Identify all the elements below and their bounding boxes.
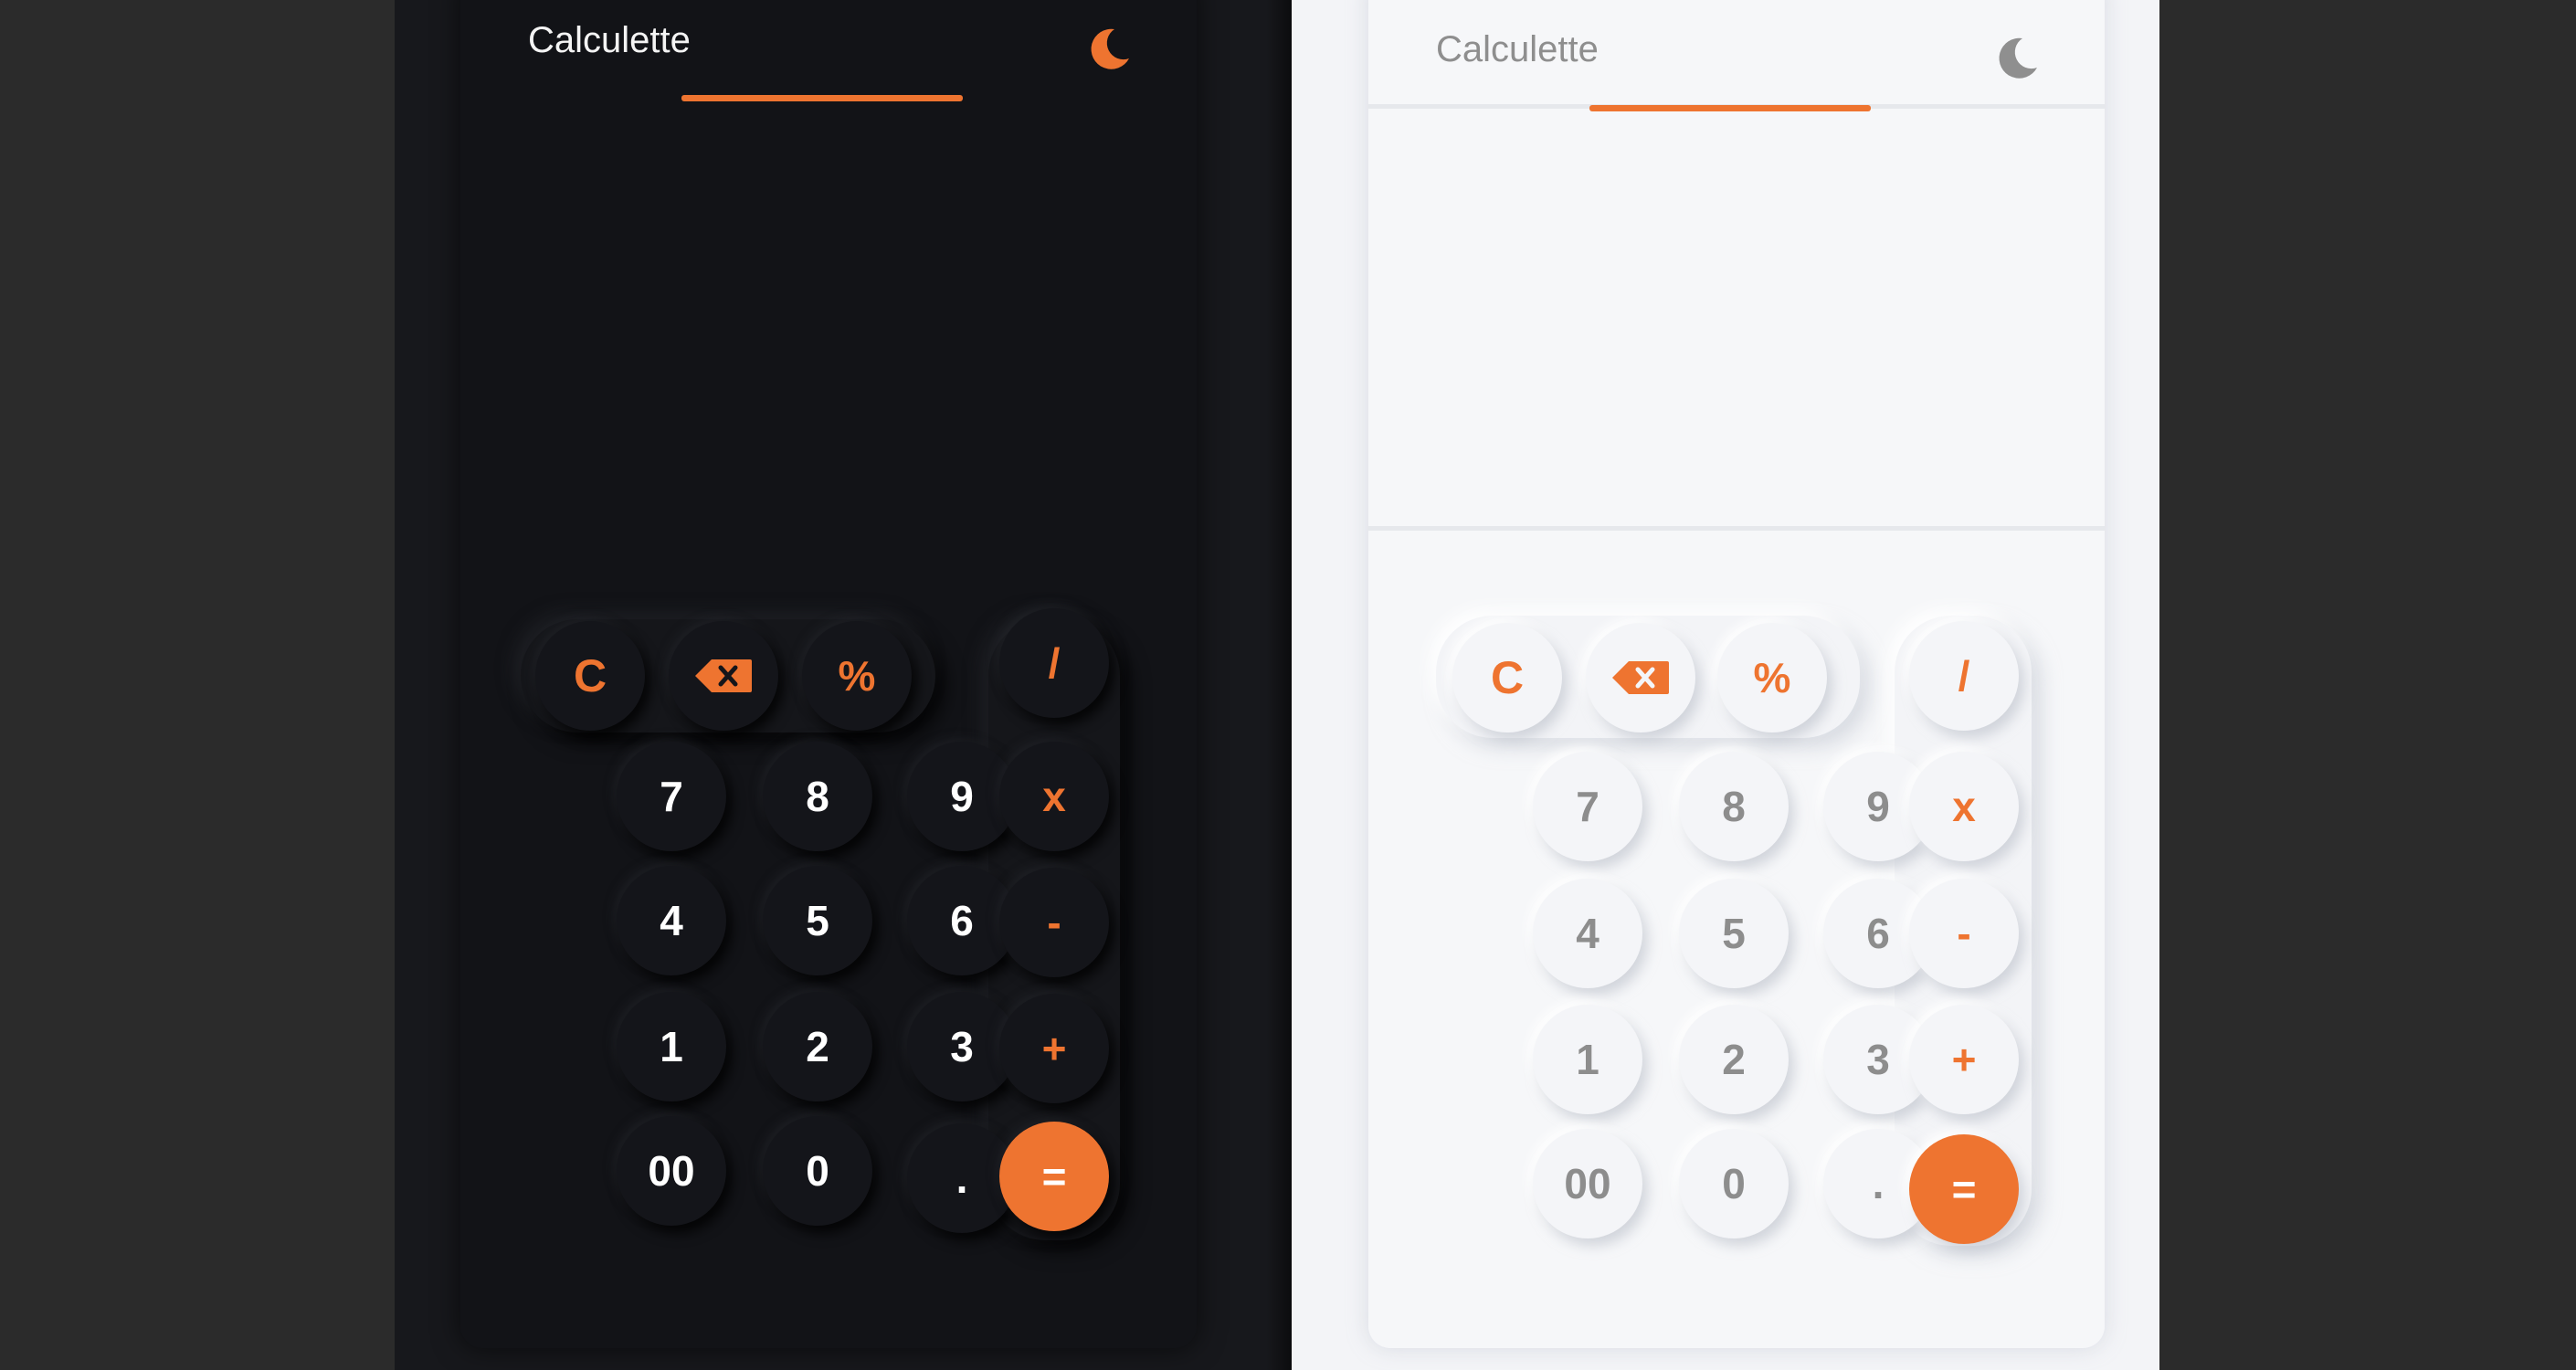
light-theme-panel: Calculette C % / 7 8 9 x 4 5 6 - 1 2 3 +… xyxy=(1292,0,2159,1370)
backspace-button[interactable] xyxy=(1586,623,1695,732)
keypad: C % / 7 8 9 x 4 5 6 - 1 2 3 + 00 0 . = xyxy=(1368,0,2105,1348)
key-7[interactable]: 7 xyxy=(1533,752,1642,861)
divide-button[interactable]: / xyxy=(1909,621,2019,731)
key-8[interactable]: 8 xyxy=(763,742,872,851)
key-4[interactable]: 4 xyxy=(1533,879,1642,988)
multiply-button[interactable]: x xyxy=(999,742,1109,851)
key-2[interactable]: 2 xyxy=(763,992,872,1101)
key-4[interactable]: 4 xyxy=(617,866,726,975)
key-0[interactable]: 0 xyxy=(1679,1129,1789,1238)
multiply-button[interactable]: x xyxy=(1909,752,2019,861)
calculator-card: Calculette C % / 7 8 9 x 4 5 6 - 1 2 3 +… xyxy=(460,0,1197,1348)
minus-button[interactable]: - xyxy=(999,868,1109,977)
key-2[interactable]: 2 xyxy=(1679,1005,1789,1114)
plus-button[interactable]: + xyxy=(999,994,1109,1103)
plus-button[interactable]: + xyxy=(1909,1005,2019,1114)
minus-button[interactable]: - xyxy=(1909,879,2019,988)
keypad: C % / 7 8 9 x 4 5 6 - 1 2 3 + 00 0 . = xyxy=(460,0,1197,1348)
key-0[interactable]: 0 xyxy=(763,1116,872,1226)
calculator-card: Calculette C % / 7 8 9 x 4 5 6 - 1 2 3 +… xyxy=(1368,0,2105,1348)
key-7[interactable]: 7 xyxy=(617,742,726,851)
percent-button[interactable]: % xyxy=(1717,623,1827,732)
backspace-icon xyxy=(693,658,754,694)
percent-button[interactable]: % xyxy=(802,621,912,731)
key-1[interactable]: 1 xyxy=(1533,1005,1642,1114)
key-8[interactable]: 8 xyxy=(1679,752,1789,861)
key-5[interactable]: 5 xyxy=(1679,879,1789,988)
dark-theme-panel: Calculette C % / 7 8 9 x 4 5 6 - 1 2 3 +… xyxy=(395,0,1292,1370)
key-00[interactable]: 00 xyxy=(617,1116,726,1226)
clear-button[interactable]: C xyxy=(1452,623,1562,732)
backspace-button[interactable] xyxy=(669,621,778,731)
key-1[interactable]: 1 xyxy=(617,992,726,1101)
clear-button[interactable]: C xyxy=(535,621,645,731)
key-00[interactable]: 00 xyxy=(1533,1129,1642,1238)
key-5[interactable]: 5 xyxy=(763,866,872,975)
equals-button[interactable]: = xyxy=(1909,1134,2019,1244)
divide-button[interactable]: / xyxy=(999,608,1109,718)
equals-button[interactable]: = xyxy=(999,1122,1109,1231)
backspace-icon xyxy=(1610,659,1671,696)
